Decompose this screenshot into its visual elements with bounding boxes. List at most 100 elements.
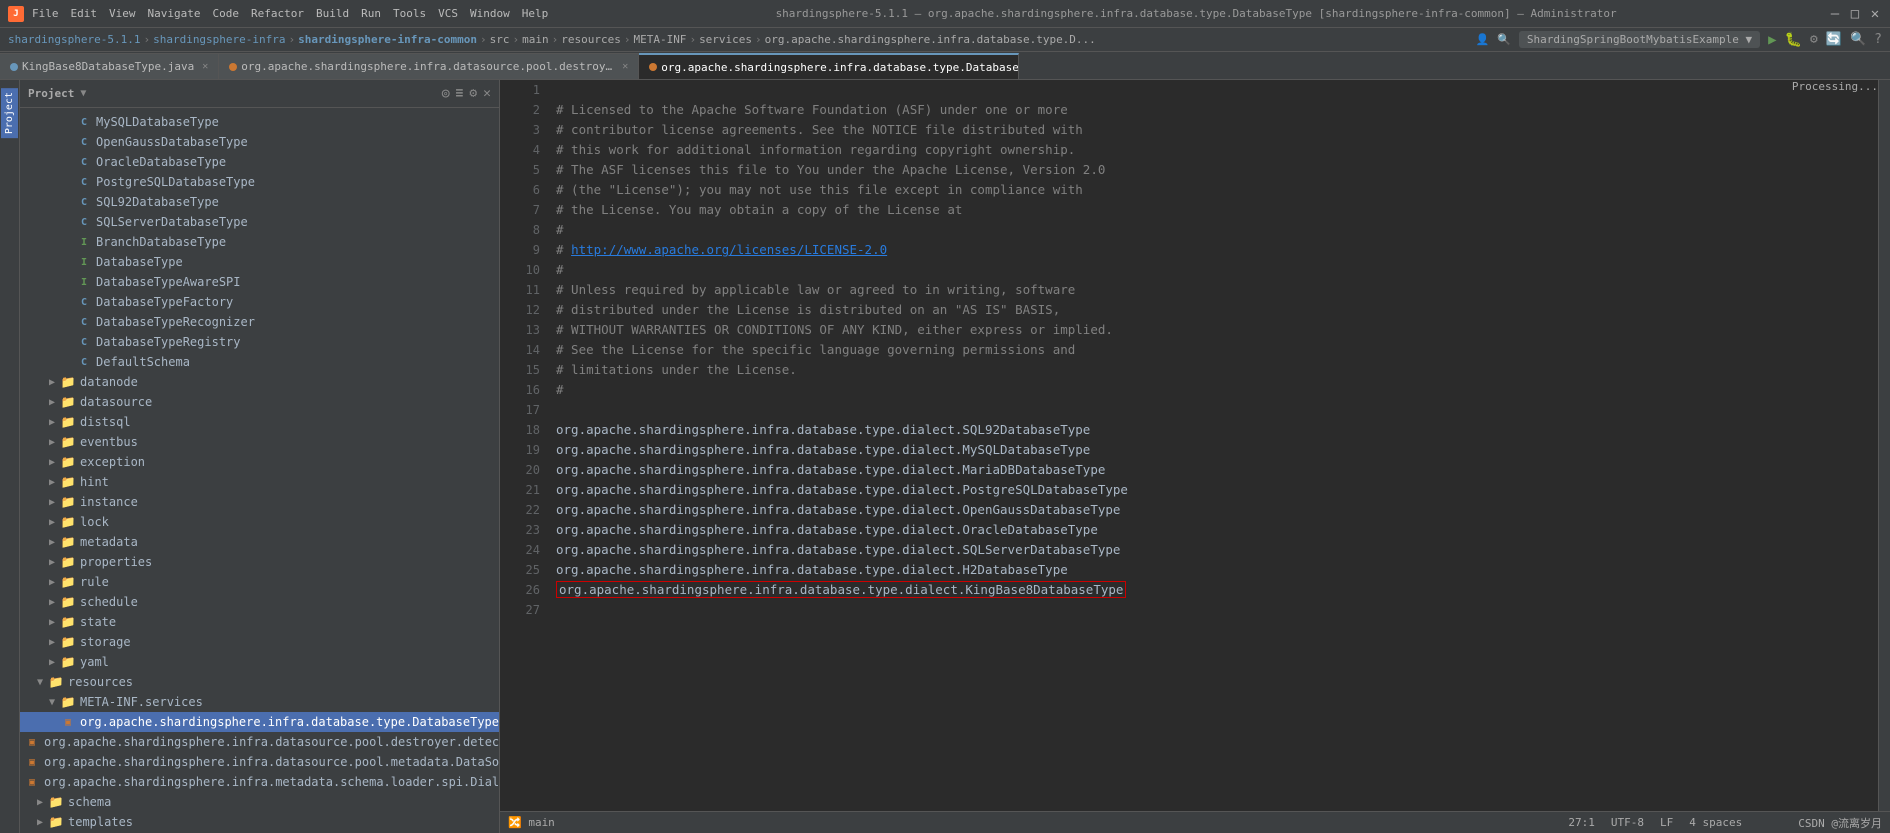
tab-datasourcepool[interactable]: org.apache.shardingsphere.infra.datasour…: [219, 53, 639, 79]
tree-arrow[interactable]: ▶: [44, 417, 60, 428]
tree-arrow[interactable]: ▶: [32, 797, 48, 808]
menu-navigate[interactable]: Navigate: [148, 7, 201, 20]
tree-item-DatabaseTypeRegistry[interactable]: CDatabaseTypeRegistry: [20, 332, 499, 352]
breadcrumb-item-2[interactable]: shardingsphere-infra-common: [298, 33, 477, 46]
tree-item-DatabaseType[interactable]: IDatabaseType: [20, 252, 499, 272]
menu-vcs[interactable]: VCS: [438, 7, 458, 20]
tree-item-org-apache-shardingsphere-infr[interactable]: ▣org.apache.shardingsphere.infra.datasou…: [20, 752, 499, 772]
vcs-icon[interactable]: 👤: [1476, 33, 1490, 46]
tree-arrow[interactable]: ▶: [44, 477, 60, 488]
tree-item-schema[interactable]: ▶📁schema: [20, 792, 499, 812]
code-content[interactable]: # Licensed to the Apache Software Founda…: [548, 80, 1878, 811]
tree-arrow[interactable]: ▶: [44, 597, 60, 608]
tree-arrow[interactable]: ▶: [32, 817, 48, 828]
tree-item-rule[interactable]: ▶📁rule: [20, 572, 499, 592]
settings-button[interactable]: ⚙: [1810, 32, 1818, 47]
maximize-button[interactable]: □: [1848, 7, 1862, 21]
tab-databasetype[interactable]: org.apache.shardingsphere.infra.database…: [639, 53, 1019, 79]
run-config-selector[interactable]: ShardingSpringBootMybatisExample ▼: [1519, 31, 1760, 48]
tree-item-org-apache-shardingsphere-infr[interactable]: ▣org.apache.shardingsphere.infra.databas…: [20, 712, 499, 732]
menu-run[interactable]: Run: [361, 7, 381, 20]
run-button[interactable]: ▶: [1768, 32, 1776, 48]
menu-help[interactable]: Help: [522, 7, 549, 20]
search-everywhere-icon[interactable]: 🔍: [1497, 33, 1511, 46]
breadcrumb-item-7[interactable]: services: [699, 33, 752, 46]
menu-file[interactable]: File: [32, 7, 59, 20]
tree-item-distsql[interactable]: ▶📁distsql: [20, 412, 499, 432]
tree-item-datanode[interactable]: ▶📁datanode: [20, 372, 499, 392]
tree-item-MySQLDatabaseType[interactable]: CMySQLDatabaseType: [20, 112, 499, 132]
tree-item-lock[interactable]: ▶📁lock: [20, 512, 499, 532]
tree-arrow[interactable]: ▼: [44, 697, 60, 708]
tree-arrow[interactable]: ▶: [44, 537, 60, 548]
tree-item-properties[interactable]: ▶📁properties: [20, 552, 499, 572]
git-branch[interactable]: 🔀 main: [508, 816, 555, 829]
tab-close-kingbase8[interactable]: ✕: [202, 61, 208, 72]
project-tree[interactable]: CMySQLDatabaseTypeCOpenGaussDatabaseType…: [20, 108, 499, 833]
search-button[interactable]: 🔍: [1850, 32, 1866, 47]
tree-arrow[interactable]: ▶: [44, 557, 60, 568]
settings-icon[interactable]: ⚙: [469, 86, 477, 101]
tree-item-OracleDatabaseType[interactable]: COracleDatabaseType: [20, 152, 499, 172]
tree-item-SQLServerDatabaseType[interactable]: CSQLServerDatabaseType: [20, 212, 499, 232]
tree-item-resources[interactable]: ▼📁resources: [20, 672, 499, 692]
close-button[interactable]: ✕: [1868, 7, 1882, 21]
menu-tools[interactable]: Tools: [393, 7, 426, 20]
tree-item-state[interactable]: ▶📁state: [20, 612, 499, 632]
breadcrumb-item-5[interactable]: resources: [561, 33, 621, 46]
tree-item-hint[interactable]: ▶📁hint: [20, 472, 499, 492]
breadcrumb-item-8[interactable]: org.apache.shardingsphere.infra.database…: [765, 33, 1096, 46]
breadcrumb-item-0[interactable]: shardingsphere-5.1.1: [8, 33, 140, 46]
breadcrumb-item-4[interactable]: main: [522, 33, 549, 46]
update-button[interactable]: 🔄: [1826, 32, 1842, 47]
tree-item-DatabaseTypeAwareSPI[interactable]: IDatabaseTypeAwareSPI: [20, 272, 499, 292]
line-ending[interactable]: LF: [1660, 816, 1673, 829]
tree-item-metadata[interactable]: ▶📁metadata: [20, 532, 499, 552]
breadcrumb-item-3[interactable]: src: [490, 33, 510, 46]
tree-arrow[interactable]: ▶: [44, 637, 60, 648]
tree-item-META-INF-services[interactable]: ▼📁META-INF.services: [20, 692, 499, 712]
tree-item-DefaultSchema[interactable]: CDefaultSchema: [20, 352, 499, 372]
encoding[interactable]: UTF-8: [1611, 816, 1644, 829]
menu-view[interactable]: View: [109, 7, 136, 20]
tree-arrow[interactable]: ▶: [44, 517, 60, 528]
menu-build[interactable]: Build: [316, 7, 349, 20]
minimize-button[interactable]: —: [1828, 7, 1842, 21]
menu-bar[interactable]: File Edit View Navigate Code Refactor Bu…: [32, 7, 548, 20]
tree-item-SQL92DatabaseType[interactable]: CSQL92DatabaseType: [20, 192, 499, 212]
tree-item-OpenGaussDatabaseType[interactable]: COpenGaussDatabaseType: [20, 132, 499, 152]
debug-button[interactable]: 🐛: [1785, 32, 1802, 48]
tree-item-instance[interactable]: ▶📁instance: [20, 492, 499, 512]
menu-code[interactable]: Code: [212, 7, 239, 20]
menu-refactor[interactable]: Refactor: [251, 7, 304, 20]
tree-item-exception[interactable]: ▶📁exception: [20, 452, 499, 472]
license-link[interactable]: http://www.apache.org/licenses/LICENSE-2…: [571, 242, 887, 257]
tree-item-eventbus[interactable]: ▶📁eventbus: [20, 432, 499, 452]
tab-close-datasource[interactable]: ✕: [622, 61, 628, 72]
tree-arrow[interactable]: ▶: [44, 617, 60, 628]
tree-arrow[interactable]: ▶: [44, 657, 60, 668]
project-sidebar-tab[interactable]: Project: [1, 88, 18, 138]
tree-arrow[interactable]: ▶: [44, 577, 60, 588]
menu-edit[interactable]: Edit: [71, 7, 98, 20]
tree-arrow[interactable]: ▶: [44, 437, 60, 448]
tree-item-org-apache-shardingsphere-infr[interactable]: ▣org.apache.shardingsphere.infra.datasou…: [20, 732, 499, 752]
tree-item-org-apache-shardingsphere-infr[interactable]: ▣org.apache.shardingsphere.infra.metadat…: [20, 772, 499, 792]
tab-kingbase8[interactable]: KingBase8DatabaseType.java ✕: [0, 53, 219, 79]
scrollbar-right[interactable]: [1878, 80, 1890, 811]
tree-arrow[interactable]: ▼: [32, 677, 48, 688]
collapse-icon[interactable]: ≡: [456, 86, 464, 101]
tree-item-DatabaseTypeFactory[interactable]: CDatabaseTypeFactory: [20, 292, 499, 312]
menu-window[interactable]: Window: [470, 7, 510, 20]
indent[interactable]: 4 spaces: [1689, 816, 1742, 829]
tree-item-BranchDatabaseType[interactable]: IBranchDatabaseType: [20, 232, 499, 252]
tree-arrow[interactable]: ▶: [44, 497, 60, 508]
project-panel-dropdown-icon[interactable]: ▼: [80, 88, 86, 99]
tree-arrow[interactable]: ▶: [44, 397, 60, 408]
tree-item-PostgreSQLDatabaseType[interactable]: CPostgreSQLDatabaseType: [20, 172, 499, 192]
hide-icon[interactable]: ✕: [483, 86, 491, 101]
window-controls[interactable]: — □ ✕: [1828, 7, 1882, 21]
breadcrumb-item-6[interactable]: META-INF: [633, 33, 686, 46]
tree-item-storage[interactable]: ▶📁storage: [20, 632, 499, 652]
help-button[interactable]: ?: [1874, 32, 1882, 47]
